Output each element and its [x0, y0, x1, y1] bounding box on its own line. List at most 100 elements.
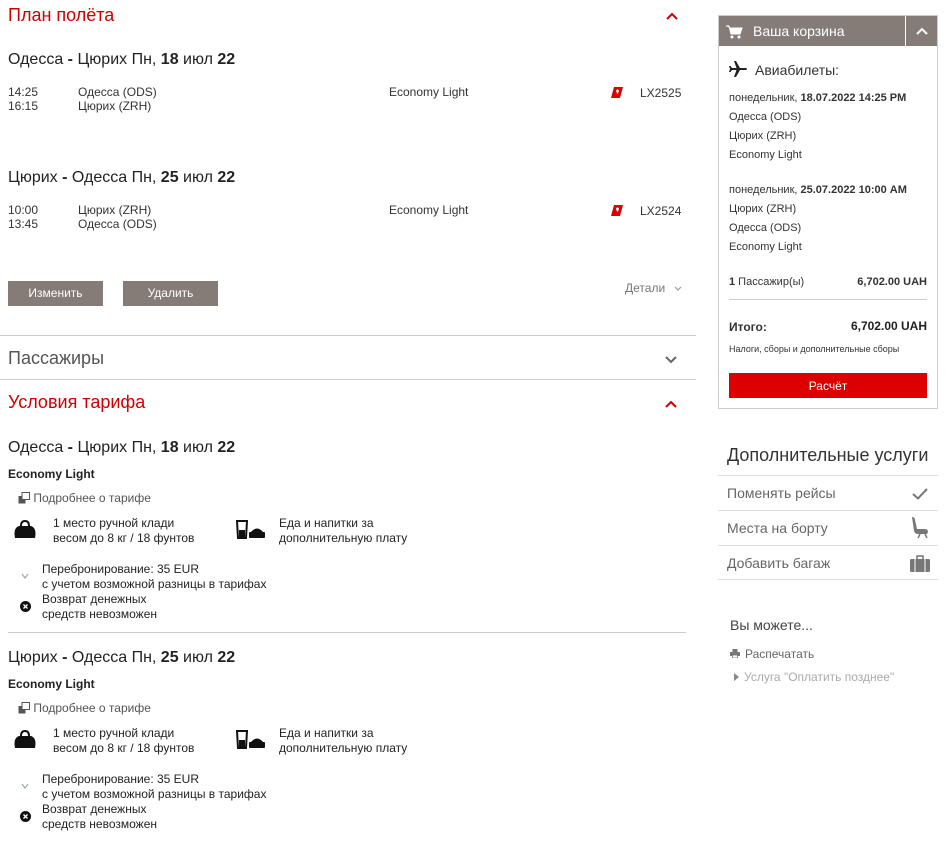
- cart-leg-fare: Economy Light: [729, 149, 802, 161]
- tickets-label: Авиабилеты:: [755, 62, 840, 78]
- total-label: Итого:: [729, 320, 767, 334]
- food-line-1: Еда и напитки за: [279, 726, 374, 740]
- baggage-line-2: весом до 8 кг / 18 фунтов: [53, 741, 195, 755]
- chevron-down-icon: [674, 286, 681, 291]
- departure-airport: Одесса (ODS): [78, 85, 157, 99]
- cart-leg-from: Цюрих (ZRH): [729, 203, 797, 215]
- seats-label: Места на борту: [727, 520, 828, 536]
- swiss-airline-icon: [611, 87, 623, 98]
- passengers-title[interactable]: Пассажиры: [8, 348, 104, 369]
- refund-line-1: Возврат денежных: [42, 592, 147, 606]
- details-link[interactable]: Детали: [625, 281, 682, 295]
- passenger-count: 1 Пассажир(ы): [729, 276, 805, 288]
- arrival-airport: Цюрих (ZRH): [78, 99, 152, 113]
- departure-time: 14:25: [8, 85, 39, 99]
- cart-leg-date: понедельник, 25.07.2022 10:00 AM: [729, 184, 907, 196]
- caret-right-icon: [734, 673, 739, 681]
- chevron-up-icon[interactable]: [666, 12, 678, 20]
- departure-time: 10:00: [8, 203, 39, 217]
- flight-number: LX2524: [640, 204, 682, 218]
- rebooking-icon: [21, 573, 29, 579]
- seat-icon: [912, 517, 928, 539]
- leg-route: Одесса - Цюрих Пн, 18 июл 22: [8, 51, 236, 68]
- chevron-down-icon[interactable]: [665, 356, 677, 364]
- extra-services-title: Дополнительные услуги: [727, 445, 929, 465]
- pay-later-label: Услуга "Оплатить позднее": [744, 670, 895, 684]
- taxes-note: Налоги, сборы и дополнительные сборы: [729, 344, 900, 354]
- add-baggage-row[interactable]: Добавить багаж: [718, 545, 938, 580]
- printer-icon: [730, 649, 740, 659]
- you-can-title: Вы можете...: [730, 617, 813, 633]
- change-button[interactable]: Изменить: [8, 281, 103, 306]
- fare-class: Economy Light: [389, 203, 469, 217]
- fare-details-link[interactable]: Подробнее о тарифе: [18, 491, 151, 505]
- hand-baggage-icon: [14, 519, 36, 538]
- suitcase-icon: [910, 555, 930, 572]
- fare-leg-route: Цюрих - Одесса Пн, 25 июл 22: [8, 649, 236, 666]
- divider: [0, 335, 696, 336]
- delete-button[interactable]: Удалить: [123, 281, 218, 306]
- total-price: 6,702.00 UAH: [850, 319, 927, 333]
- arrival-time: 16:15: [8, 99, 39, 113]
- arrival-airport: Одесса (ODS): [78, 217, 157, 231]
- add-baggage-label: Добавить багаж: [727, 555, 831, 571]
- print-label: Распечатать: [745, 647, 815, 661]
- swiss-airline-icon: [611, 205, 623, 216]
- chevron-up-icon[interactable]: [665, 400, 677, 408]
- change-flights-row[interactable]: Поменять рейсы: [718, 475, 938, 510]
- refund-line-2: средств невозможен: [42, 607, 157, 621]
- baggage-line-2: весом до 8 кг / 18 фунтов: [53, 531, 195, 545]
- change-flights-label: Поменять рейсы: [727, 485, 836, 501]
- rebook-line-1: Перебронирование: 35 EUR: [42, 562, 200, 576]
- food-line-2: дополнительную плату: [279, 531, 408, 545]
- chevron-up-icon[interactable]: [916, 27, 928, 35]
- fare-details-label: Подробнее о тарифе: [33, 491, 151, 505]
- divider: [8, 632, 686, 633]
- baggage-line-1: 1 место ручной клади: [53, 516, 175, 530]
- details-label: Детали: [625, 281, 666, 295]
- rebook-line-2: с учетом возможной разницы в тарифах: [42, 577, 267, 591]
- departure-airport: Цюрих (ZRH): [78, 203, 152, 217]
- cart-leg-from: Одесса (ODS): [729, 111, 802, 123]
- cart-leg-to: Цюрих (ZRH): [729, 130, 797, 142]
- fare-details-link[interactable]: Подробнее о тарифе: [18, 701, 151, 715]
- no-refund-icon: [20, 811, 31, 822]
- divider: [905, 16, 906, 46]
- checkout-button[interactable]: Расчёт: [729, 373, 927, 398]
- print-link[interactable]: Распечатать: [730, 647, 814, 661]
- divider: [0, 379, 696, 380]
- meal-icon: [236, 730, 265, 749]
- fare-conditions-title: Условия тарифа: [8, 392, 146, 412]
- cart-icon: [726, 25, 743, 39]
- fare-leg-route: Одесса - Цюрих Пн, 18 июл 22: [8, 439, 236, 456]
- cart-leg-date: понедельник, 18.07.2022 14:25 PM: [729, 92, 907, 104]
- baggage-line-1: 1 место ручной клади: [53, 726, 175, 740]
- food-line-2: дополнительную плату: [279, 741, 408, 755]
- leg-route: Цюрих - Одесса Пн, 25 июл 22: [8, 169, 236, 186]
- flight-number: LX2525: [640, 86, 682, 100]
- check-icon: [912, 488, 928, 500]
- seats-row[interactable]: Места на борту: [718, 510, 938, 545]
- fare-name: Economy Light: [8, 677, 95, 691]
- external-link-icon: [18, 492, 30, 504]
- fare-name: Economy Light: [8, 467, 95, 481]
- passenger-price: 6,702.00 UAH: [857, 276, 927, 288]
- divider: [729, 299, 927, 300]
- cart-header: Ваша корзина: [719, 16, 937, 46]
- cart-panel: Ваша корзина Авиабилеты: понедельник, 18…: [718, 15, 938, 409]
- fare-details-label: Подробнее о тарифе: [33, 701, 151, 715]
- refund-line-1: Возврат денежных: [42, 802, 147, 816]
- fare-class: Economy Light: [389, 85, 469, 99]
- cart-title: Ваша корзина: [753, 23, 845, 39]
- airplane-icon: [729, 61, 747, 77]
- hand-baggage-icon: [14, 729, 36, 748]
- no-refund-icon: [20, 601, 31, 612]
- food-line-1: Еда и напитки за: [279, 516, 374, 530]
- refund-line-2: средств невозможен: [42, 817, 157, 831]
- external-link-icon: [18, 702, 30, 714]
- rebooking-icon: [21, 783, 29, 789]
- rebook-line-2: с учетом возможной разницы в тарифах: [42, 787, 267, 801]
- pay-later-link[interactable]: Услуга "Оплатить позднее": [734, 670, 894, 684]
- rebook-line-1: Перебронирование: 35 EUR: [42, 772, 200, 786]
- cart-leg-fare: Economy Light: [729, 241, 802, 253]
